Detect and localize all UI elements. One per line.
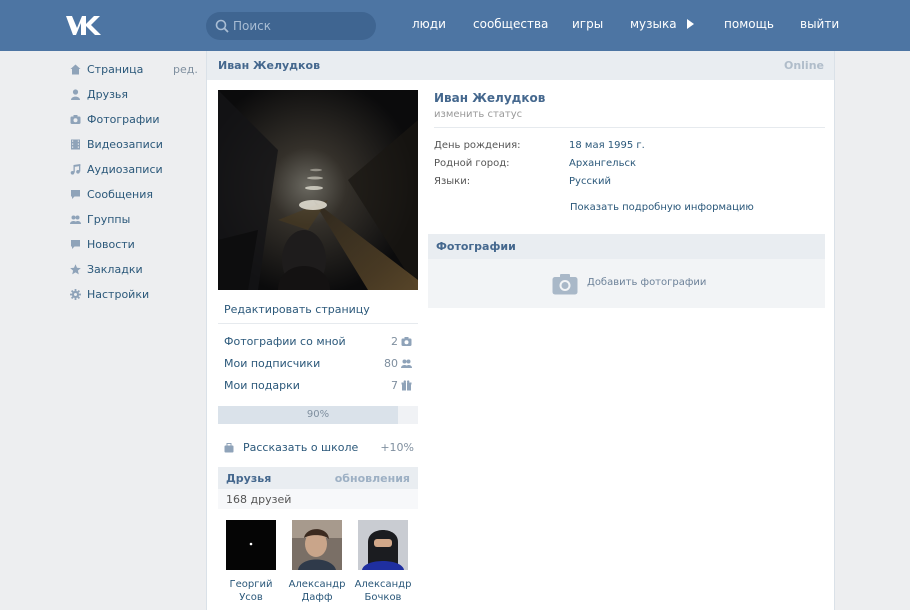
stat-followers[interactable]: Мои подписчики 80 — [224, 357, 412, 373]
sidebar-item-label: Страница — [87, 63, 144, 76]
search-icon — [215, 19, 229, 33]
friend-avatar[interactable] — [226, 520, 276, 570]
nav-people[interactable]: люди — [412, 17, 446, 31]
friend-card[interactable]: Георгий Усов — [218, 520, 284, 604]
info-label: Родной город: — [434, 158, 510, 169]
camera-icon — [70, 115, 81, 124]
info-row-languages: Языки: Русский — [434, 176, 825, 190]
film-icon — [71, 139, 80, 150]
top-bar: Поиск люди сообщества игры музыка помощь… — [0, 0, 910, 51]
stat-label: Мои подписчики — [224, 357, 321, 370]
profile-name: Иван Желудков — [434, 91, 546, 105]
nav-communities[interactable]: сообщества — [473, 17, 548, 31]
school-label: Рассказать о школе — [243, 441, 359, 454]
friend-first-name: Георгий — [229, 579, 273, 590]
friends-count[interactable]: 168 друзей — [226, 493, 291, 506]
change-status-link[interactable]: изменить статус — [434, 109, 522, 120]
photos-header[interactable]: Фотографии — [428, 234, 825, 259]
add-photos-label: Добавить фотографии — [587, 277, 707, 288]
nav-logout[interactable]: выйти — [800, 17, 839, 31]
info-value[interactable]: Архангельск — [569, 158, 636, 169]
add-photos-button[interactable]: Добавить фотографии — [428, 259, 825, 308]
friend-card[interactable]: Александр Дафф — [284, 520, 350, 604]
play-icon[interactable] — [687, 19, 694, 29]
sidebar-item-label: Друзья — [87, 88, 129, 101]
friend-first-name: Александр — [354, 579, 412, 590]
briefcase-icon — [224, 443, 234, 453]
friends-count-row: 168 друзей — [218, 489, 418, 509]
camera-icon — [401, 337, 412, 346]
chat-bubble-icon — [71, 190, 80, 199]
info-label: День рождения: — [434, 140, 521, 151]
gift-icon — [401, 380, 412, 391]
search-placeholder: Поиск — [233, 19, 272, 33]
profile-photo[interactable] — [218, 90, 418, 290]
friend-last-name: Бочков — [364, 592, 402, 603]
stat-count: 7 — [391, 379, 398, 392]
news-bubble-icon — [71, 240, 80, 249]
online-status: Online — [783, 59, 824, 72]
friend-last-name: Усов — [239, 592, 263, 603]
sidebar-item-label: Сообщения — [87, 188, 154, 201]
sidebar-item-label: Группы — [87, 213, 131, 226]
sidebar-item-label: Видеозаписи — [87, 138, 163, 151]
info-row-hometown: Родной город: Архангельск — [434, 158, 825, 172]
nav-games[interactable]: игры — [572, 17, 603, 31]
home-icon — [70, 64, 81, 75]
profile-page: Иван Желудков Online Редактировать стран… — [206, 51, 835, 610]
profile-completeness-bar[interactable]: 90% — [218, 406, 418, 424]
page-title: Иван Желудков — [218, 59, 321, 72]
music-note-icon — [70, 164, 81, 175]
camera-icon — [552, 274, 578, 295]
stat-gifts[interactable]: Мои подарки 7 — [224, 379, 412, 395]
sidebar-item-label: Фотографии — [87, 113, 160, 126]
sidebar-item-label: Новости — [87, 238, 135, 251]
tell-about-school[interactable]: Рассказать о школе +10% — [224, 441, 414, 457]
people-icon — [401, 359, 412, 368]
friend-last-name: Дафф — [301, 592, 333, 603]
edit-page-link[interactable]: Редактировать страницу — [224, 303, 370, 316]
divider — [218, 323, 418, 324]
nav-music[interactable]: музыка — [630, 17, 677, 31]
friends-header: Друзья обновления — [218, 467, 418, 489]
school-bonus: +10% — [380, 441, 414, 454]
friend-first-name: Александр — [288, 579, 346, 590]
sidebar-item-label: Аудиозаписи — [87, 163, 163, 176]
stat-label: Фотографии со мной — [224, 335, 346, 348]
vk-logo-icon[interactable] — [64, 14, 102, 36]
star-icon — [70, 264, 81, 275]
person-icon — [71, 89, 80, 100]
info-label: Языки: — [434, 176, 471, 187]
stat-label: Мои подарки — [224, 379, 300, 392]
friend-card[interactable]: Александр Бочков — [350, 520, 416, 604]
friends-title[interactable]: Друзья — [226, 472, 271, 485]
friend-name[interactable]: Георгий Усов — [218, 578, 284, 604]
photos-title: Фотографии — [436, 240, 516, 253]
search-input[interactable]: Поиск — [206, 12, 376, 40]
info-value[interactable]: Русский — [569, 176, 611, 187]
nav-help[interactable]: помощь — [724, 17, 774, 31]
edit-menu-link[interactable]: ред. — [173, 63, 198, 76]
group-icon — [70, 215, 81, 224]
page-header: Иван Желудков Online — [207, 51, 834, 80]
friend-avatar[interactable] — [358, 520, 408, 570]
info-value[interactable]: 18 мая 1995 г. — [569, 140, 645, 151]
stat-photos-with-me[interactable]: Фотографии со мной 2 — [224, 335, 412, 351]
progress-text: 90% — [306, 409, 330, 420]
stat-count: 2 — [391, 335, 398, 348]
friend-avatar[interactable] — [292, 520, 342, 570]
divider — [434, 127, 825, 128]
sidebar-item-label: Закладки — [87, 263, 143, 276]
friend-name[interactable]: Александр Дафф — [284, 578, 350, 604]
friend-name[interactable]: Александр Бочков — [350, 578, 416, 604]
show-more-info-link[interactable]: Показать подробную информацию — [570, 202, 754, 213]
gear-icon — [70, 289, 81, 300]
friends-updates-link[interactable]: обновления — [335, 472, 410, 485]
stat-count: 80 — [384, 357, 398, 370]
sidebar-item-label: Настройки — [87, 288, 150, 301]
info-row-birthday: День рождения: 18 мая 1995 г. — [434, 140, 825, 154]
